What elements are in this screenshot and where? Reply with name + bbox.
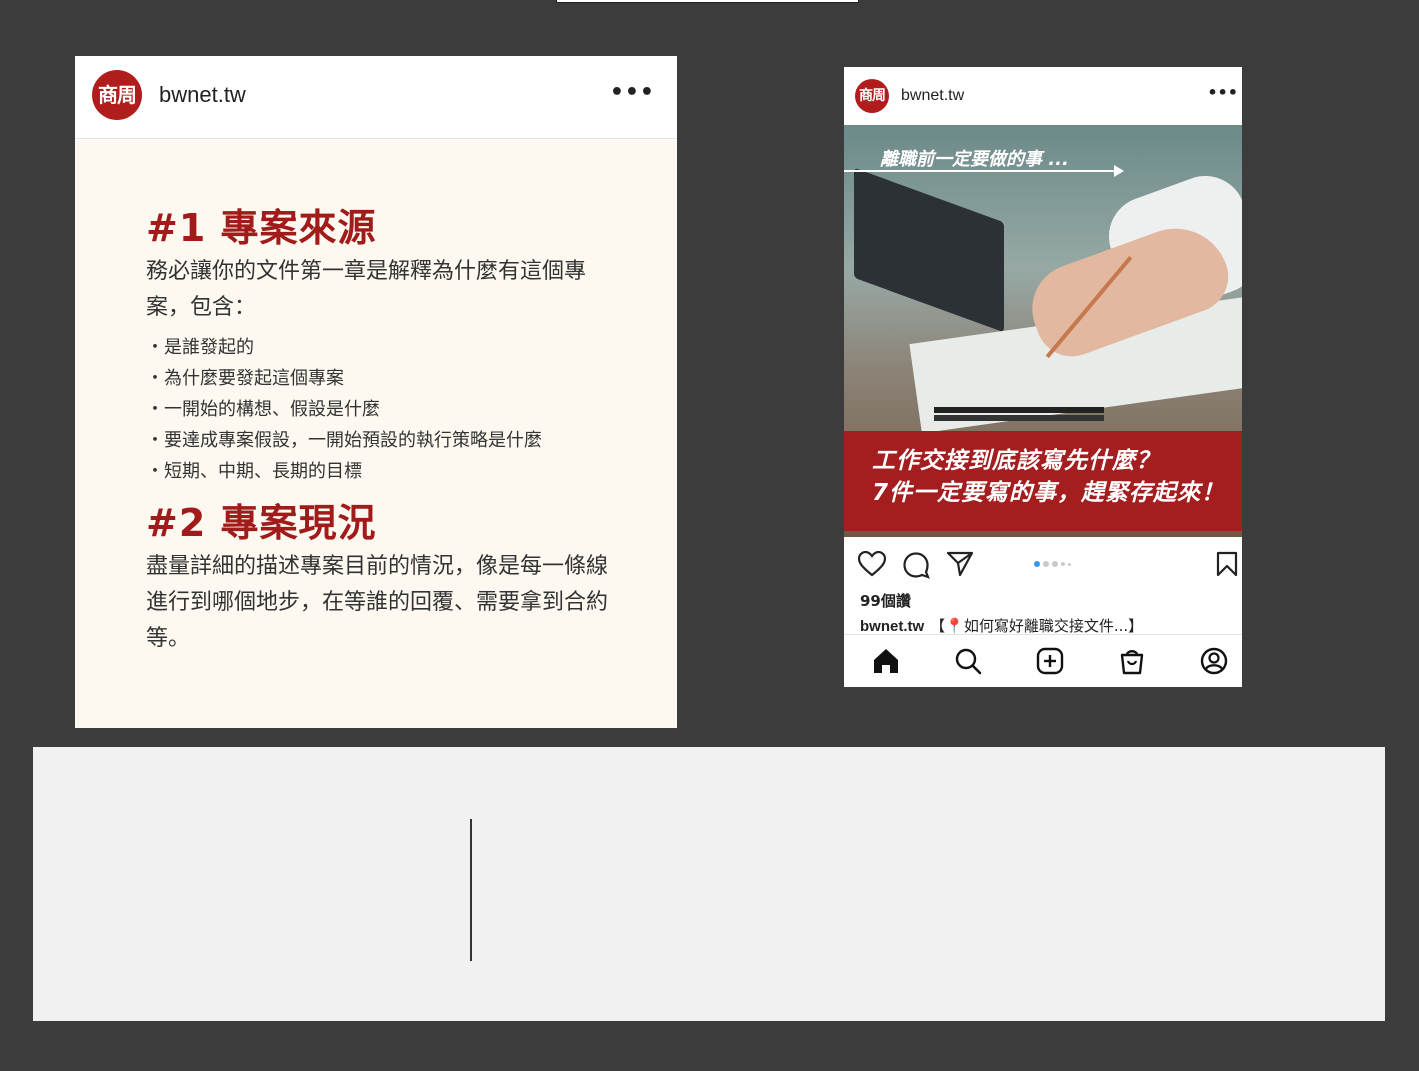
shop-icon[interactable] <box>1118 647 1146 675</box>
more-options-icon[interactable]: ••• <box>610 82 655 104</box>
comment-icon[interactable] <box>902 551 930 579</box>
carousel-dots[interactable] <box>1034 561 1071 567</box>
send-icon[interactable] <box>946 551 974 577</box>
avatar[interactable]: 商周 <box>855 79 889 113</box>
search-icon[interactable] <box>954 647 982 675</box>
post-header: 商周 bwnet.tw ••• <box>844 67 1242 125</box>
list-item: 是誰發起的 <box>146 332 626 363</box>
like-count[interactable]: 99個讚 <box>860 590 911 611</box>
carousel-dot[interactable] <box>1061 562 1065 566</box>
add-post-icon[interactable] <box>1036 647 1064 675</box>
carousel-dot[interactable] <box>1043 561 1049 567</box>
carousel-dot[interactable] <box>1034 561 1040 567</box>
username[interactable]: bwnet.tw <box>901 87 964 105</box>
bookmark-icon[interactable] <box>1216 551 1238 577</box>
arrow-head-icon <box>1114 165 1124 177</box>
caption-username[interactable]: bwnet.tw <box>860 618 924 635</box>
banner-line-1: 工作交接到底該寫先什麼？ <box>872 448 1160 474</box>
image-overlay-text: 離職前一定要做的事 ... <box>880 149 1069 170</box>
title-banner: 工作交接到底該寫先什麼？ 7件一定要寫的事，趕緊存起來！ <box>844 431 1242 531</box>
text-editor-panel[interactable] <box>33 747 1385 1021</box>
heart-icon[interactable] <box>858 551 886 577</box>
section-title-2: #2 專案現況 <box>146 501 377 545</box>
post-body: #1 專案來源 務必讓你的文件第一章是解釋為什麼有這個專案，包含： 是誰發起的 … <box>146 206 626 663</box>
section-title-1: #1 專案來源 <box>146 206 377 250</box>
post-caption: bwnet.tw 【📍如何寫好離職交接文件...】 <box>860 615 1143 636</box>
post-image[interactable]: 離職前一定要做的事 ... 工作交接到底該寫先什麼？ 7件一定要寫的事，趕緊存起… <box>844 125 1242 537</box>
list-item: 為什麼要發起這個專案 <box>146 363 626 394</box>
home-icon[interactable] <box>872 647 900 675</box>
post-actions <box>844 537 1242 592</box>
carousel-dot[interactable] <box>1068 562 1071 566</box>
arrow-line <box>844 170 1116 172</box>
username[interactable]: bwnet.tw <box>159 82 246 108</box>
banner-line-2: 7件一定要寫的事，趕緊存起來！ <box>872 480 1226 506</box>
pens-illustration <box>934 407 1104 413</box>
carousel-dot[interactable] <box>1052 561 1058 567</box>
avatar[interactable]: 商周 <box>92 70 142 120</box>
laptop-illustration <box>854 167 1004 333</box>
list-item: 一開始的構想、假設是什麼 <box>146 394 626 425</box>
section-text-2: 盡量詳細的描述專案目前的情況，像是每一條線進行到哪個地步，在等誰的回覆、需要拿到… <box>146 554 609 651</box>
post-card-large: 商周 bwnet.tw ••• #1 專案來源 務必讓你的文件第一章是解釋為什麼… <box>75 56 677 728</box>
list-item: 要達成專案假設，一開始預設的執行策略是什麼 <box>146 425 626 456</box>
caption-text: 【📍如何寫好離職交接文件...】 <box>930 617 1144 635</box>
section-text-1: 務必讓你的文件第一章是解釋為什麼有這個專案，包含： <box>146 259 587 320</box>
profile-icon[interactable] <box>1200 647 1228 675</box>
bottom-nav <box>844 634 1242 687</box>
post-header: 商周 bwnet.tw ••• <box>75 56 677 139</box>
more-options-icon[interactable]: ••• <box>1207 83 1238 102</box>
top-tab[interactable] <box>556 0 859 3</box>
bullet-list: 是誰發起的 為什麼要發起這個專案 一開始的構想、假設是什麼 要達成專案假設，一開… <box>146 332 626 487</box>
phone-post-preview: 商周 bwnet.tw ••• 離職前一定要做的事 ... 工作交接到底該寫先什… <box>844 67 1242 687</box>
list-item: 短期、中期、長期的目標 <box>146 456 626 487</box>
text-caret <box>470 819 472 961</box>
